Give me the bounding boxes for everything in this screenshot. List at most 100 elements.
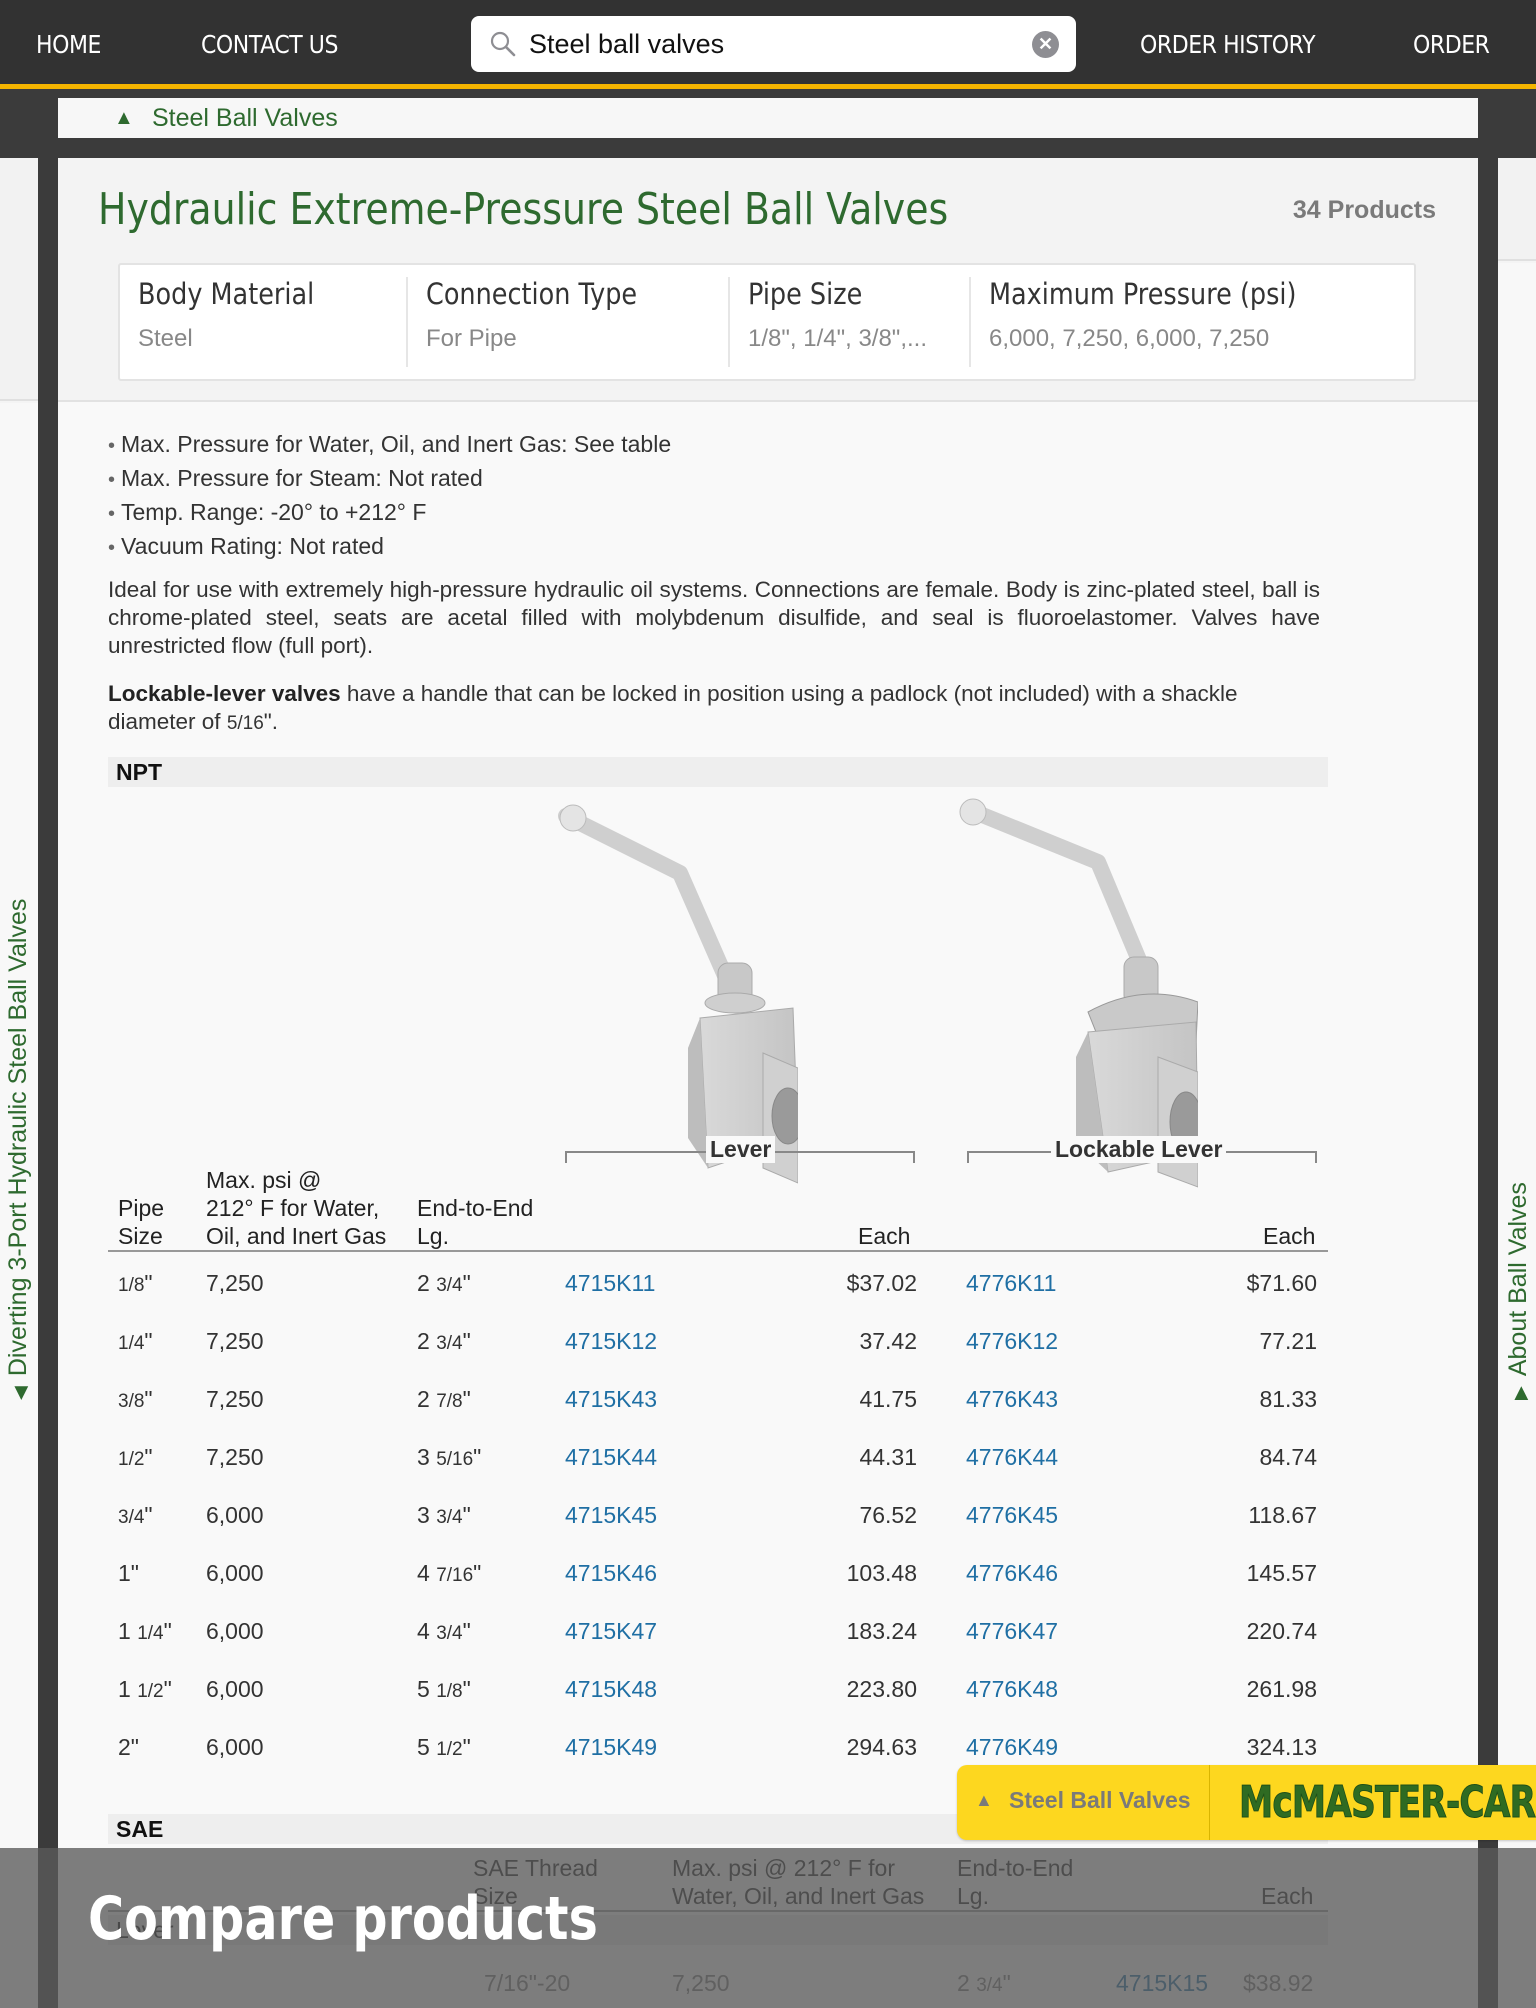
search-box[interactable]: ✕	[471, 16, 1076, 72]
header-line: Oil, and Inert Gas	[206, 1223, 387, 1249]
end-to-end-length: 4 7/16"	[417, 1560, 482, 1586]
table-row	[108, 1494, 1328, 1552]
search-icon	[490, 31, 516, 57]
length-whole: 5	[417, 1676, 430, 1702]
lever-valve-image[interactable]	[558, 798, 798, 1278]
side-panel-next[interactable]: ▶ About Ball Valves	[1498, 158, 1536, 2008]
part-number-lever[interactable]: 4715K49	[565, 1734, 657, 1761]
nav-home[interactable]: HOME	[36, 30, 101, 59]
length-whole: 4	[417, 1618, 430, 1644]
part-number-lockable-lever[interactable]: 4776K43	[966, 1386, 1058, 1413]
part-number-lockable-lever[interactable]: 4776K45	[966, 1502, 1058, 1529]
lockable-note-size: 5/16	[226, 713, 264, 734]
mcmaster-carr-logo[interactable]: McMASTER-CARR	[1239, 1777, 1536, 1829]
lockable-lever-valve-image[interactable]	[958, 792, 1198, 1272]
product-header: Hydraulic Extreme-Pressure Steel Ball Va…	[58, 158, 1478, 402]
part-number-lever[interactable]: 4715K43	[565, 1386, 657, 1413]
price-lever: 103.48	[846, 1560, 917, 1586]
spec-value: For Pipe	[426, 325, 517, 352]
triangle-left-icon: ◀	[10, 1386, 30, 1400]
part-number-lever[interactable]: 4715K12	[565, 1328, 657, 1355]
table-row	[108, 1262, 1328, 1320]
part-number-lockable-lever[interactable]: 4776K11	[966, 1270, 1056, 1297]
max-psi: 7,250	[206, 1386, 264, 1412]
col-header-max-psi: Max. psi @ 212° F for Water, Oil, and In…	[206, 1166, 386, 1250]
spec-value: Steel	[138, 325, 193, 352]
previous-section-link[interactable]: ◀ Diverting 3-Port Hydraulic Steel Ball V…	[4, 899, 33, 1400]
size-fraction: 1/2	[137, 1681, 164, 1702]
lockable-note-end: ".	[263, 709, 279, 734]
part-number-lockable-lever[interactable]: 4776K48	[966, 1676, 1058, 1703]
compare-overlay: Compare products	[0, 1848, 1536, 2008]
lockable-note-bold: Lockable-lever valves	[108, 681, 341, 706]
breadcrumb-label[interactable]: Steel Ball Valves	[152, 104, 338, 133]
size-fraction: 1/2	[118, 1449, 145, 1470]
col-header-each-lockable: Each	[1263, 1223, 1316, 1249]
compare-products-button[interactable]: Compare products	[88, 1884, 598, 1954]
length-fraction: 3/4	[436, 1333, 463, 1354]
nav-order[interactable]: ORDER	[1413, 30, 1490, 59]
section-title: NPT	[116, 759, 162, 785]
spec-body-material[interactable]: Body Material Steel	[120, 277, 408, 367]
spec-pipe-size[interactable]: Pipe Size 1/8", 1/4", 3/8",...	[730, 277, 971, 367]
max-psi: 6,000	[206, 1676, 264, 1702]
breadcrumb[interactable]: ▲ Steel Ball Valves	[58, 98, 1478, 138]
pipe-size: 1 1/2"	[118, 1676, 172, 1702]
max-psi: 6,000	[206, 1560, 264, 1586]
part-number-lockable-lever[interactable]: 4776K12	[966, 1328, 1058, 1355]
part-number-lever[interactable]: 4715K48	[565, 1676, 657, 1703]
length-fraction: 3/4	[436, 1507, 463, 1528]
feature-item: Vacuum Rating: Not rated	[108, 530, 671, 564]
part-number-lever[interactable]: 4715K44	[565, 1444, 657, 1471]
part-number-lockable-lever[interactable]: 4776K46	[966, 1560, 1058, 1587]
pipe-size: 1/4"	[118, 1328, 153, 1354]
group-label-lever: Lever	[706, 1136, 776, 1163]
size-fraction: 1/4	[137, 1623, 164, 1644]
length-whole: 4	[417, 1560, 430, 1586]
floating-section-label: Steel Ball Valves	[1009, 1787, 1191, 1813]
nav-contact-us[interactable]: CONTACT US	[201, 30, 338, 59]
spec-max-pressure[interactable]: Maximum Pressure (psi) 6,000, 7,250, 6,0…	[971, 277, 1391, 367]
description: Ideal for use with extremely high-pressu…	[108, 577, 1320, 658]
spec-connection-type[interactable]: Connection Type For Pipe	[408, 277, 730, 367]
col-header-each-lever: Each	[858, 1223, 911, 1249]
length-fraction: 1/2	[436, 1739, 463, 1760]
part-number-lever[interactable]: 4715K47	[565, 1618, 657, 1645]
price-lockable-lever: 220.74	[1246, 1618, 1317, 1644]
clear-icon[interactable]: ✕	[1032, 31, 1059, 58]
end-to-end-length: 5 1/2"	[417, 1734, 471, 1760]
end-to-end-length: 3 5/16"	[417, 1444, 482, 1470]
price-lockable-lever: $71.60	[1246, 1270, 1317, 1296]
header-line: 212° F for Water,	[206, 1195, 380, 1221]
header-line: Max. psi @	[206, 1167, 322, 1193]
triangle-right-icon: ▶	[1510, 1386, 1530, 1400]
top-nav: HOME CONTACT US ✕ ORDER HISTORY ORDER	[0, 0, 1536, 89]
price-lever: 223.80	[846, 1676, 917, 1702]
pipe-size: 1"	[118, 1560, 139, 1586]
part-number-lockable-lever[interactable]: 4776K49	[966, 1734, 1058, 1761]
part-number-lever[interactable]: 4715K45	[565, 1502, 657, 1529]
price-lockable-lever: 84.74	[1259, 1444, 1317, 1470]
length-whole: 2	[417, 1386, 430, 1412]
size-whole: 1	[118, 1676, 131, 1702]
next-section-link[interactable]: ▶ About Ball Valves	[1504, 1182, 1533, 1400]
max-psi: 7,250	[206, 1444, 264, 1470]
floating-section-link[interactable]: ▲ Steel Ball Valves	[957, 1765, 1210, 1840]
pipe-size: 1 1/4"	[118, 1618, 172, 1644]
part-number-lockable-lever[interactable]: 4776K44	[966, 1444, 1058, 1471]
page-title: Hydraulic Extreme-Pressure Steel Ball Va…	[98, 184, 949, 235]
spec-label: Body Material	[138, 277, 315, 311]
side-panel-previous[interactable]: ◀ Diverting 3-Port Hydraulic Steel Ball V…	[0, 158, 38, 2008]
nav-order-history[interactable]: ORDER HISTORY	[1140, 30, 1316, 59]
price-lever: 183.24	[846, 1618, 917, 1644]
search-input[interactable]	[529, 24, 999, 64]
price-lockable-lever: 118.67	[1248, 1502, 1317, 1528]
part-number-lever[interactable]: 4715K11	[565, 1270, 655, 1297]
price-lever: $37.02	[846, 1270, 917, 1296]
size-fraction: 1/8	[118, 1275, 145, 1296]
part-number-lockable-lever[interactable]: 4776K47	[966, 1618, 1058, 1645]
table-row	[108, 1320, 1328, 1378]
price-lockable-lever: 261.98	[1246, 1676, 1317, 1702]
length-whole: 5	[417, 1734, 430, 1760]
part-number-lever[interactable]: 4715K46	[565, 1560, 657, 1587]
